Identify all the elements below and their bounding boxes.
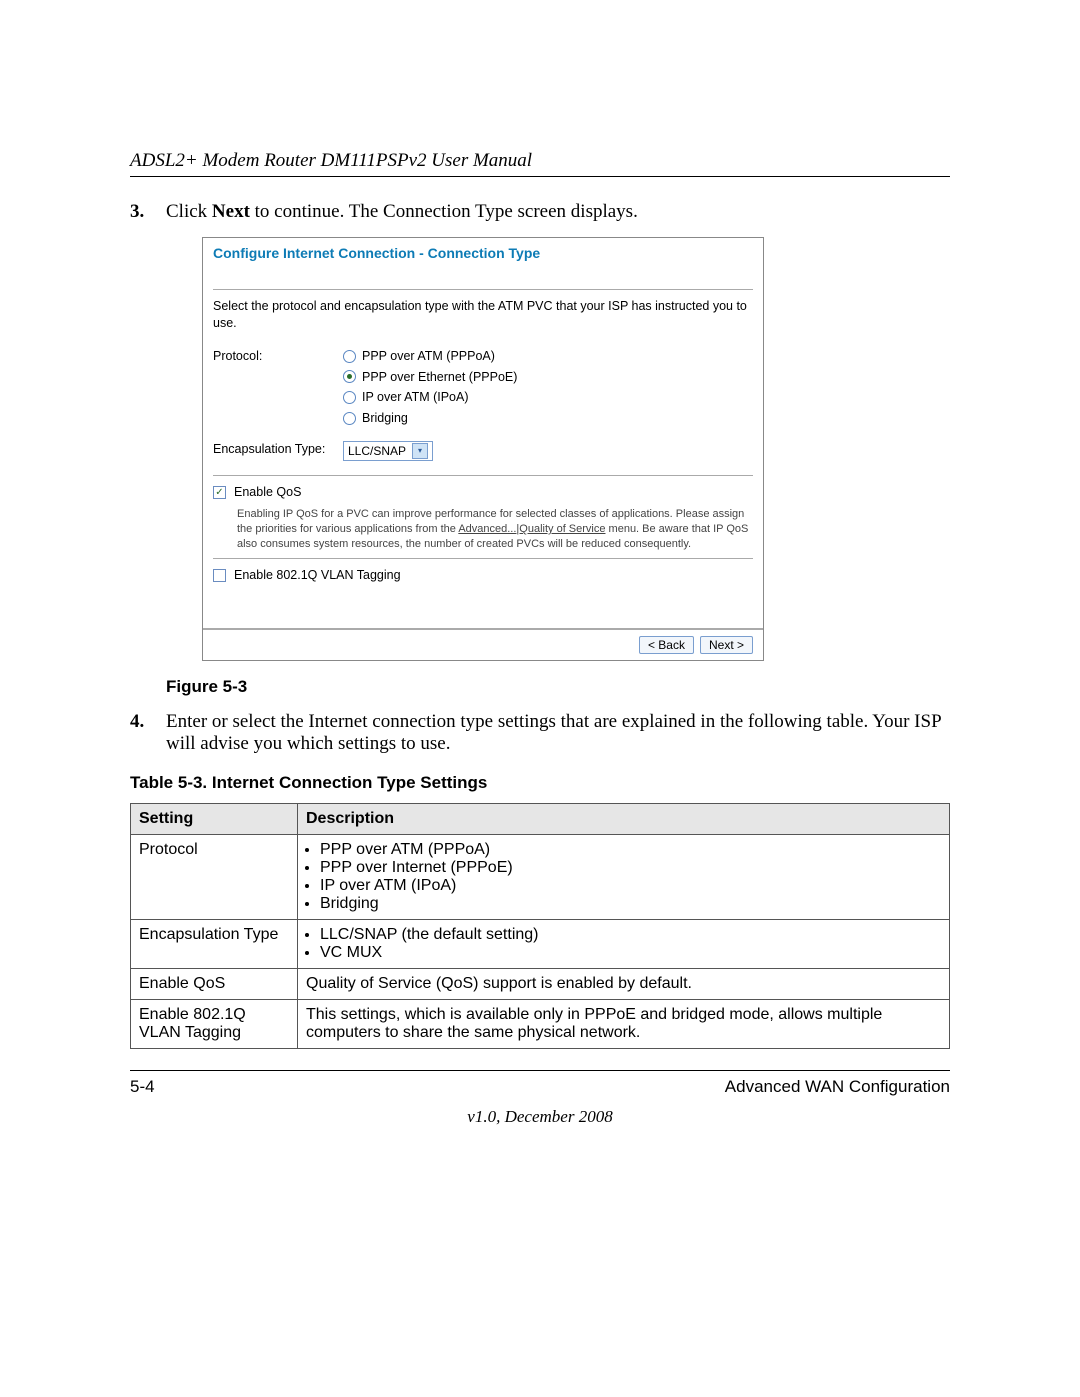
encapsulation-label: Encapsulation Type: xyxy=(213,441,343,458)
list-item: LLC/SNAP (the default setting) xyxy=(320,926,941,944)
page-number: 5-4 xyxy=(130,1077,155,1097)
figure-caption: Figure 5-3 xyxy=(166,677,950,697)
step-3-text-before: Click xyxy=(166,201,212,222)
table-row: Enable QoS Quality of Service (QoS) supp… xyxy=(131,968,950,999)
th-description: Description xyxy=(298,803,950,834)
encapsulation-select[interactable]: LLC/SNAP ▾ xyxy=(343,441,433,461)
chevron-down-icon: ▾ xyxy=(412,443,428,459)
cell-description: Quality of Service (QoS) support is enab… xyxy=(298,968,950,999)
enable-vlan-label: Enable 802.1Q VLAN Tagging xyxy=(234,567,401,584)
radio-icon xyxy=(343,370,356,383)
step-3: 3. Click Next to continue. The Connectio… xyxy=(130,201,950,697)
list-item: VC MUX xyxy=(320,944,941,962)
checkbox-icon xyxy=(213,569,226,582)
protocol-radio-group: PPP over ATM (PPPoA) PPP over Ethernet (… xyxy=(343,348,517,428)
cell-description: LLC/SNAP (the default setting) VC MUX xyxy=(298,919,950,968)
checkbox-icon: ✓ xyxy=(213,486,226,499)
radio-icon xyxy=(343,391,356,404)
next-button[interactable]: Next > xyxy=(700,636,753,654)
protocol-label: Protocol: xyxy=(213,348,343,365)
settings-table: Setting Description Protocol PPP over AT… xyxy=(130,803,950,1049)
panel-footer: < Back Next > xyxy=(203,628,763,660)
panel-instructions: Select the protocol and encapsulation ty… xyxy=(213,298,753,332)
table-row: Protocol PPP over ATM (PPPoA) PPP over I… xyxy=(131,834,950,919)
table-header-row: Setting Description xyxy=(131,803,950,834)
panel-rule-mid2 xyxy=(213,558,753,559)
cell-setting: Protocol xyxy=(131,834,298,919)
protocol-option-label: PPP over ATM (PPPoA) xyxy=(362,348,495,365)
step-4-line1: Enter or select the Internet connection … xyxy=(166,711,868,732)
cell-setting: Enable 802.1Q VLAN Tagging xyxy=(131,999,298,1048)
running-head: ADSL2+ Modem Router DM111PSPv2 User Manu… xyxy=(130,150,950,172)
cell-setting: Encapsulation Type xyxy=(131,919,298,968)
list-item: PPP over Internet (PPPoE) xyxy=(320,859,941,877)
protocol-option-pppoa[interactable]: PPP over ATM (PPPoA) xyxy=(343,348,517,365)
list-item: PPP over ATM (PPPoA) xyxy=(320,841,941,859)
protocol-option-bridging[interactable]: Bridging xyxy=(343,410,517,427)
qos-note: Enabling IP QoS for a PVC can improve pe… xyxy=(237,507,753,552)
table-row: Enable 802.1Q VLAN Tagging This settings… xyxy=(131,999,950,1048)
encapsulation-row: Encapsulation Type: LLC/SNAP ▾ xyxy=(213,441,753,461)
protocol-option-ipoa[interactable]: IP over ATM (IPoA) xyxy=(343,389,517,406)
radio-icon xyxy=(343,350,356,363)
radio-icon xyxy=(343,412,356,425)
step-3-text-after: to continue. The Connection Type screen … xyxy=(250,201,638,222)
enable-qos-label: Enable QoS xyxy=(234,484,301,501)
protocol-option-label: Bridging xyxy=(362,410,408,427)
protocol-option-pppoe[interactable]: PPP over Ethernet (PPPoE) xyxy=(343,369,517,386)
radio-dot-icon xyxy=(347,374,352,379)
table-row: Encapsulation Type LLC/SNAP (the default… xyxy=(131,919,950,968)
cell-description: PPP over ATM (PPPoA) PPP over Internet (… xyxy=(298,834,950,919)
enable-qos-row[interactable]: ✓ Enable QoS xyxy=(213,484,753,501)
list-item: Bridging xyxy=(320,895,941,913)
table-title: Table 5-3. Internet Connection Type Sett… xyxy=(130,773,950,793)
panel-rule-top xyxy=(213,289,753,290)
step-3-bold: Next xyxy=(212,201,250,222)
section-name: Advanced WAN Configuration xyxy=(725,1077,950,1097)
doc-version: v1.0, December 2008 xyxy=(130,1107,950,1127)
th-setting: Setting xyxy=(131,803,298,834)
enable-vlan-row[interactable]: Enable 802.1Q VLAN Tagging xyxy=(213,567,753,584)
connection-type-panel: Configure Internet Connection - Connecti… xyxy=(202,237,764,661)
step-3-num: 3. xyxy=(130,201,144,223)
footer-rule xyxy=(130,1070,950,1071)
protocol-row: Protocol: PPP over ATM (PPPoA) PPP over … xyxy=(213,348,753,428)
protocol-option-label: PPP over Ethernet (PPPoE) xyxy=(362,369,517,386)
panel-title: Configure Internet Connection - Connecti… xyxy=(213,244,753,263)
panel-rule-mid xyxy=(213,475,753,476)
cell-setting: Enable QoS xyxy=(131,968,298,999)
page-footer: 5-4 Advanced WAN Configuration v1.0, Dec… xyxy=(130,1070,950,1127)
header-rule xyxy=(130,176,950,177)
step-4: 4. Enter or select the Internet connecti… xyxy=(130,711,950,755)
step-4-num: 4. xyxy=(130,711,144,733)
back-button[interactable]: < Back xyxy=(639,636,694,654)
list-item: IP over ATM (IPoA) xyxy=(320,877,941,895)
qos-note-link[interactable]: Advanced...|Quality of Service xyxy=(458,523,605,535)
cell-description: This settings, which is available only i… xyxy=(298,999,950,1048)
protocol-option-label: IP over ATM (IPoA) xyxy=(362,389,469,406)
encapsulation-value: LLC/SNAP xyxy=(348,443,406,459)
